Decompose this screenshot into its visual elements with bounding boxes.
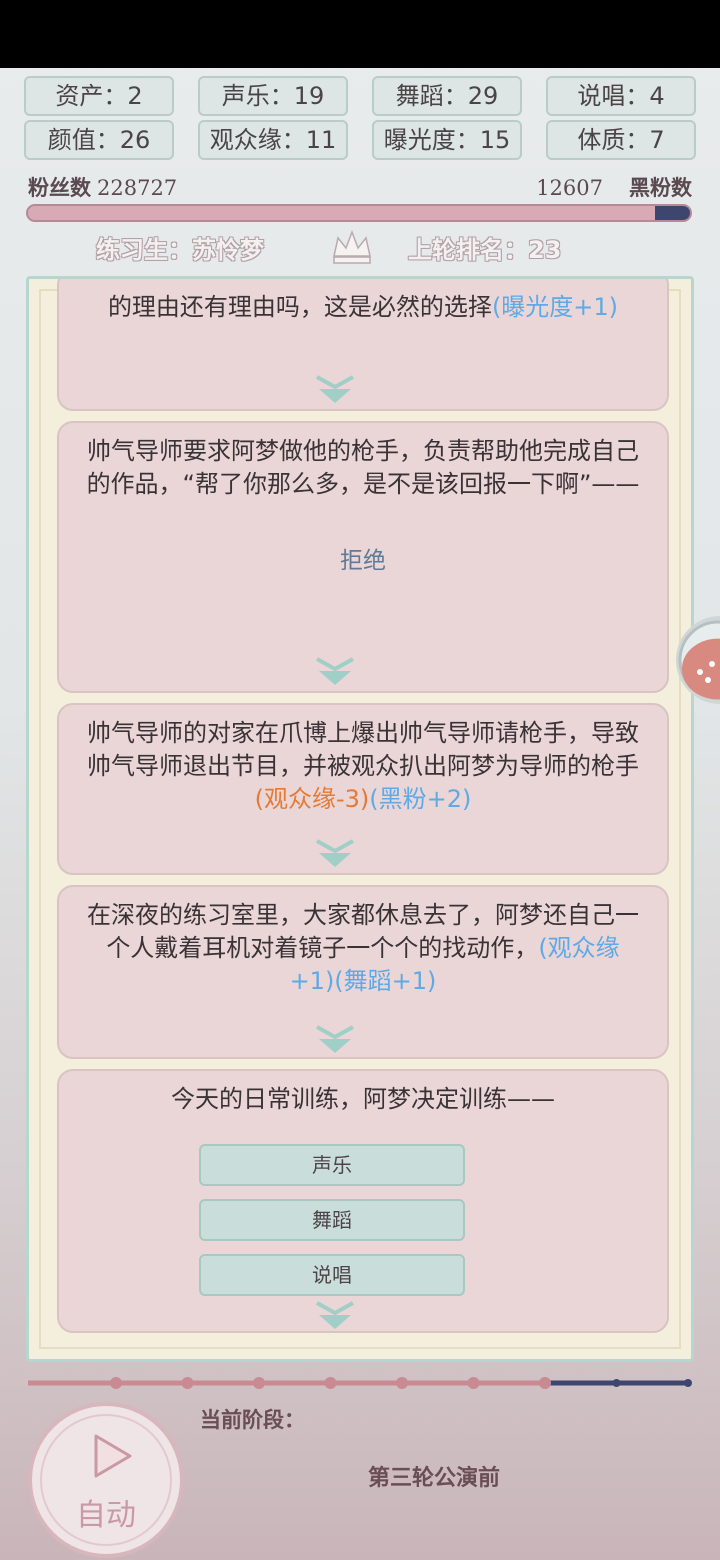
stage-node — [396, 1377, 408, 1389]
stage-node — [110, 1377, 122, 1389]
last-round-rank: 上轮排名：23 — [408, 236, 562, 264]
stage-node — [684, 1379, 692, 1387]
stage-node — [324, 1377, 337, 1389]
stage-node — [253, 1377, 265, 1389]
stage-node — [181, 1377, 194, 1389]
auto-label: 自动 — [76, 1498, 136, 1533]
stat-exposure: 曝光度15 — [372, 120, 522, 160]
floating-side-button[interactable] — [668, 612, 720, 708]
continue-arrow-icon — [316, 839, 354, 867]
current-stage-value: 第三轮公演前 — [368, 1465, 501, 1491]
auto-play-button[interactable]: 自动 — [28, 1402, 184, 1558]
stat-constitution: 体质7 — [546, 120, 696, 160]
continue-arrow-icon — [316, 657, 354, 685]
story-log-panel[interactable]: 的理由还有理由吗，这是必然的选择(曝光度+1) 帅气导师要求阿梦做他的枪手，负责… — [26, 276, 694, 1362]
trainee-name: 练习生：苏怜梦 — [96, 236, 264, 264]
stat-dance: 舞蹈29 — [372, 76, 522, 116]
option-dance-button[interactable]: 舞蹈 — [199, 1199, 465, 1241]
status-bar — [0, 0, 720, 68]
stage-node — [539, 1377, 551, 1389]
stage-node — [467, 1377, 480, 1389]
continue-arrow-icon — [316, 1025, 354, 1053]
stat-assets: 资产2 — [24, 76, 174, 116]
black-fans-count: 12607 黑粉数 — [536, 175, 692, 200]
chosen-option: 拒绝 — [340, 548, 386, 574]
fans-row: 粉丝数 228727 12607 黑粉数 — [28, 172, 692, 200]
black-fans-fill — [655, 206, 690, 220]
play-icon — [94, 1434, 132, 1478]
story-card: 在深夜的练习室里，大家都休息去了，阿梦还自己一个人戴着耳机对着镜子一个个的找动作… — [57, 885, 669, 1059]
fans-ratio-bar — [26, 204, 692, 222]
fans-count: 粉丝数 228727 — [28, 175, 178, 200]
option-vocal-button[interactable]: 声乐 — [199, 1144, 465, 1186]
current-stage-label: 当前阶段： — [200, 1407, 305, 1432]
stage-node — [612, 1379, 621, 1387]
option-rap-button[interactable]: 说唱 — [199, 1254, 465, 1296]
story-card: 帅气导师的对家在爪博上爆出帅气导师请枪手，导致帅气导师退出节目，并被观众扒出阿梦… — [57, 703, 669, 875]
crown-icon — [333, 229, 371, 264]
continue-arrow-icon — [316, 375, 354, 403]
stage-progress-track — [28, 1377, 692, 1389]
story-card: 帅气导师要求阿梦做他的枪手，负责帮助他完成自己的作品，“帮了你那么多，是不是该回… — [57, 421, 669, 693]
stat-vocal: 声乐19 — [198, 76, 348, 116]
stat-rap: 说唱4 — [546, 76, 696, 116]
stat-looks: 颜值26 — [24, 120, 174, 160]
trainee-row: 练习生：苏怜梦 上轮排名：23 — [0, 226, 720, 266]
stat-popularity: 观众缘11 — [198, 120, 348, 160]
continue-arrow-icon — [316, 1301, 354, 1329]
story-card: 的理由还有理由吗，这是必然的选择(曝光度+1) — [57, 279, 669, 411]
